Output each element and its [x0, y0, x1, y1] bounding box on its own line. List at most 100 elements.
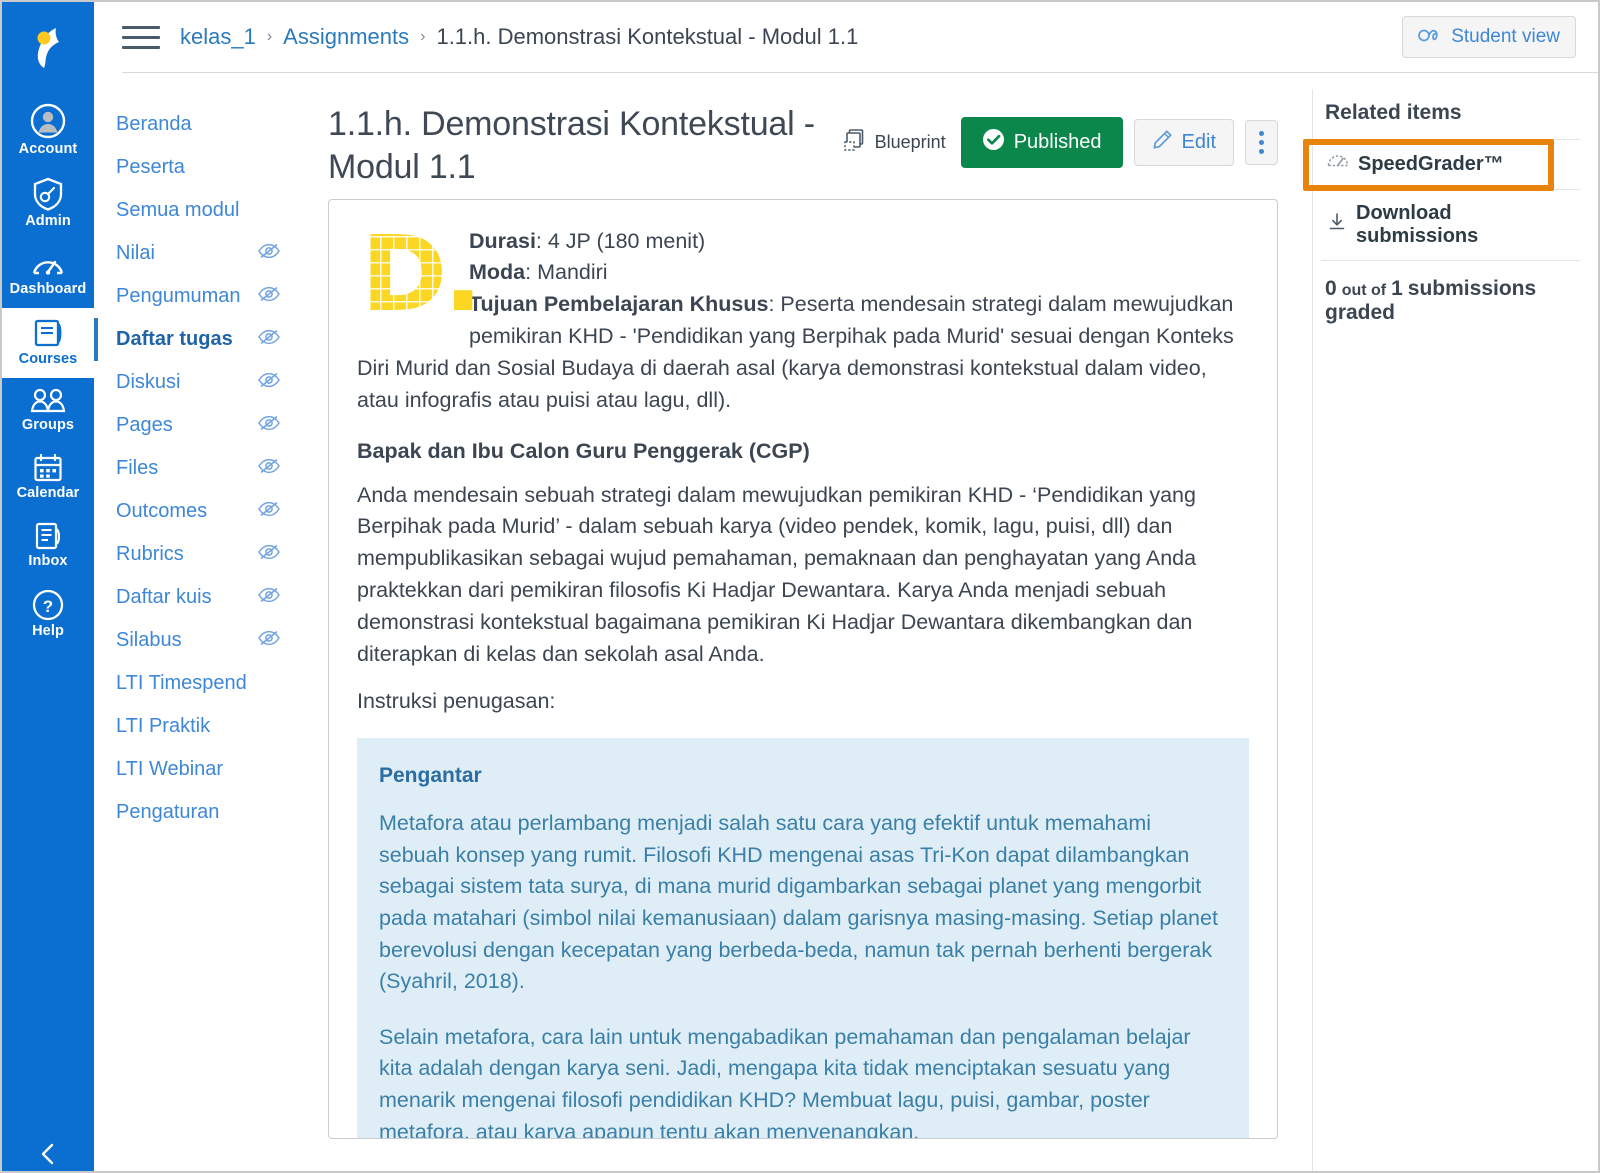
global-nav-label: Dashboard: [9, 280, 87, 297]
svg-text:?: ?: [43, 597, 53, 616]
course-nav-item-rubrics[interactable]: Rubrics: [94, 533, 294, 576]
meta-moda: Moda: Mandiri: [357, 257, 1249, 289]
edit-button[interactable]: Edit: [1133, 119, 1234, 166]
global-nav-label: Account: [18, 141, 78, 157]
course-nav-label: Silabus: [116, 629, 182, 651]
course-nav-label: LTI Webinar: [116, 758, 224, 780]
global-nav-item-admin[interactable]: Admin: [2, 168, 94, 240]
course-nav-label: Pages: [116, 414, 173, 436]
global-nav-item-groups[interactable]: Groups: [2, 378, 94, 444]
huruf-d-kuning-logo: D. D.: [358, 225, 483, 344]
course-nav-item-peserta[interactable]: Peserta: [94, 146, 294, 189]
course-nav-item-beranda[interactable]: Beranda: [94, 103, 294, 146]
blueprint-indicator[interactable]: Blueprint: [843, 128, 946, 157]
instruction-label: Instruksi penugasan:: [357, 689, 556, 714]
callout-paragraph-1: Metafora atau perlambang menjadi salah s…: [379, 811, 1218, 994]
check-circle-icon: [982, 128, 1005, 157]
collapse-arrow-icon: [41, 1143, 54, 1165]
submissions-graded-status: 0 out of 1 submissions graded: [1321, 260, 1580, 325]
global-nav-item-help[interactable]: ? Help: [2, 580, 94, 650]
global-nav-label: Admin: [25, 212, 71, 229]
global-nav-label: Groups: [21, 416, 75, 433]
meta-durasi-label: Durasi: [469, 228, 536, 253]
course-nav-item-outcomes[interactable]: Outcomes: [94, 490, 294, 533]
eye-slash-icon: [258, 628, 280, 653]
groups-icon: [29, 387, 67, 415]
course-nav-item-silabus[interactable]: Silabus: [94, 619, 294, 662]
breadcrumb-bar: kelas_1 › Assignments › 1.1.h. Demonstra…: [94, 2, 1598, 72]
course-nav-label: Daftar kuis: [116, 586, 212, 608]
speedgrader-link[interactable]: SpeedGrader™: [1321, 139, 1580, 189]
global-nav-collapse-button[interactable]: [2, 1141, 94, 1171]
eye-slash-icon: [258, 585, 280, 610]
course-nav-item-pengumuman[interactable]: Pengumuman: [94, 275, 294, 318]
pencil-icon: [1152, 129, 1173, 156]
course-nav-item-files[interactable]: Files: [94, 447, 294, 490]
page-title: 1.1.h. Demonstrasi Kontekstual - Modul 1…: [328, 105, 815, 186]
global-nav-label: Courses: [18, 350, 78, 367]
chevron-right-icon: ›: [420, 28, 426, 45]
global-nav-item-dashboard[interactable]: Dashboard: [2, 240, 94, 308]
course-nav-label: Beranda: [116, 113, 192, 135]
course-nav-item-daftar-kuis[interactable]: Daftar kuis: [94, 576, 294, 619]
glasses-icon: [1418, 26, 1444, 48]
global-nav-label: Help: [32, 622, 64, 639]
meta-tujuan-label: Tujuan Pembelajaran Khusus: [469, 292, 769, 317]
course-nav-item-lti-webinar[interactable]: LTI Webinar: [94, 748, 294, 791]
course-nav-label: Pengaturan: [116, 801, 220, 823]
course-nav-item-daftar-tugas[interactable]: Daftar tugas: [94, 318, 294, 361]
breadcrumb-item-assignments[interactable]: Assignments: [283, 24, 409, 50]
page-body: kelas_1 › Assignments › 1.1.h. Demonstra…: [94, 2, 1598, 1171]
global-nav-label: Calendar: [16, 484, 80, 501]
course-nav-label: Daftar tugas: [116, 328, 233, 350]
eye-slash-icon: [258, 327, 280, 352]
global-nav-item-calendar[interactable]: Calendar: [2, 444, 94, 512]
graded-outof: out of: [1341, 282, 1387, 299]
course-nav-item-lti-timespend[interactable]: LTI Timespend: [94, 662, 294, 705]
course-nav-item-lti-praktik[interactable]: LTI Praktik: [94, 705, 294, 748]
breadcrumb-item-course[interactable]: kelas_1: [180, 24, 256, 50]
calendar-icon: [33, 453, 63, 483]
speedgrader-gauge-icon: [1327, 152, 1349, 177]
breadcrumb-item-current: 1.1.h. Demonstrasi Kontekstual - Modul 1…: [436, 24, 859, 49]
instruction-callout: Pengantar Metafora atau perlambang menja…: [357, 738, 1249, 1138]
speedgrader-label: SpeedGrader™: [1358, 153, 1504, 175]
graded-count: 0: [1325, 277, 1337, 300]
eye-slash-icon: [258, 370, 280, 395]
blueprint-copy-icon: [843, 128, 867, 157]
course-nav-item-nilai[interactable]: Nilai: [94, 232, 294, 275]
course-nav-item-pages[interactable]: Pages: [94, 404, 294, 447]
download-submissions-link[interactable]: Download submissions: [1321, 189, 1580, 260]
kebab-menu-icon: [1259, 131, 1264, 154]
published-button[interactable]: Published: [960, 117, 1123, 168]
canvas-assignment-page: Account Admin Dashboard Courses Groups C…: [0, 0, 1600, 1173]
more-options-button[interactable]: [1245, 120, 1278, 165]
course-nav-label: Pengumuman: [116, 285, 241, 307]
course-nav-label: Rubrics: [116, 543, 184, 565]
course-nav-label: Outcomes: [116, 500, 208, 522]
question-circle-icon: ?: [32, 589, 64, 621]
callout-heading-pengantar: Pengantar: [379, 764, 482, 788]
paragraph-intro: Anda mendesain sebuah strategi dalam mew…: [357, 482, 1197, 666]
course-nav-item-semua-modul[interactable]: Semua modul: [94, 189, 294, 232]
global-nav-item-account[interactable]: Account: [2, 94, 94, 168]
course-nav-label: Peserta: [116, 156, 185, 178]
hamburger-icon[interactable]: [122, 22, 160, 52]
content-region: Beranda Peserta Semua modul Nilai Pengum…: [94, 73, 1598, 1171]
global-nav-item-inbox[interactable]: Inbox: [2, 512, 94, 580]
eye-slash-icon: [258, 413, 280, 438]
course-nav-item-pengaturan[interactable]: Pengaturan: [94, 791, 294, 834]
eye-slash-icon: [258, 456, 280, 481]
global-nav-item-courses[interactable]: Courses: [2, 307, 94, 378]
course-nav-label: Semua modul: [116, 199, 240, 221]
eye-slash-icon: [258, 499, 280, 524]
inbox-icon: [33, 521, 63, 551]
canvas-logo[interactable]: [2, 2, 94, 94]
student-view-button[interactable]: Student view: [1402, 16, 1576, 58]
book-icon: [32, 317, 64, 349]
breadcrumb: kelas_1 › Assignments › 1.1.h. Demonstra…: [180, 24, 858, 50]
chevron-right-icon: ›: [266, 28, 273, 45]
course-nav-label: Nilai: [116, 242, 155, 264]
course-nav-item-diskusi[interactable]: Diskusi: [94, 361, 294, 404]
assignment-description-card: D. D. Durasi: 4 JP (180 menit) Moda: Man…: [328, 198, 1278, 1139]
